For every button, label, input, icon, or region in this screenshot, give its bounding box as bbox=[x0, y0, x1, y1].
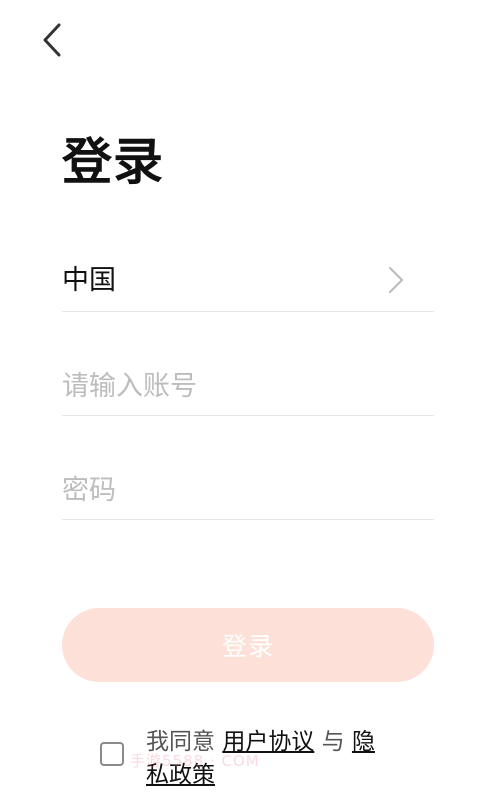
agreement-checkbox[interactable] bbox=[100, 742, 124, 766]
agreement-text: 我同意 用户协议 与 隐私政策 bbox=[146, 726, 396, 792]
password-input[interactable] bbox=[62, 468, 434, 512]
chevron-left-icon bbox=[43, 23, 61, 57]
password-field bbox=[62, 460, 434, 520]
agreement-prefix: 我同意 bbox=[146, 729, 215, 755]
page-title: 登录 bbox=[62, 133, 164, 191]
region-value: 中国 bbox=[62, 265, 116, 296]
agreement-conjunction: 与 bbox=[321, 729, 345, 755]
user-agreement-link[interactable]: 用户协议 bbox=[222, 729, 314, 755]
chevron-right-icon bbox=[389, 267, 403, 293]
account-input[interactable] bbox=[62, 364, 434, 408]
agreement-row: 我同意 用户协议 与 隐私政策 bbox=[100, 726, 400, 788]
login-button[interactable]: 登录 bbox=[62, 608, 434, 682]
region-selector[interactable]: 中国 bbox=[62, 252, 434, 312]
account-field bbox=[62, 356, 434, 416]
back-button[interactable] bbox=[30, 18, 74, 62]
